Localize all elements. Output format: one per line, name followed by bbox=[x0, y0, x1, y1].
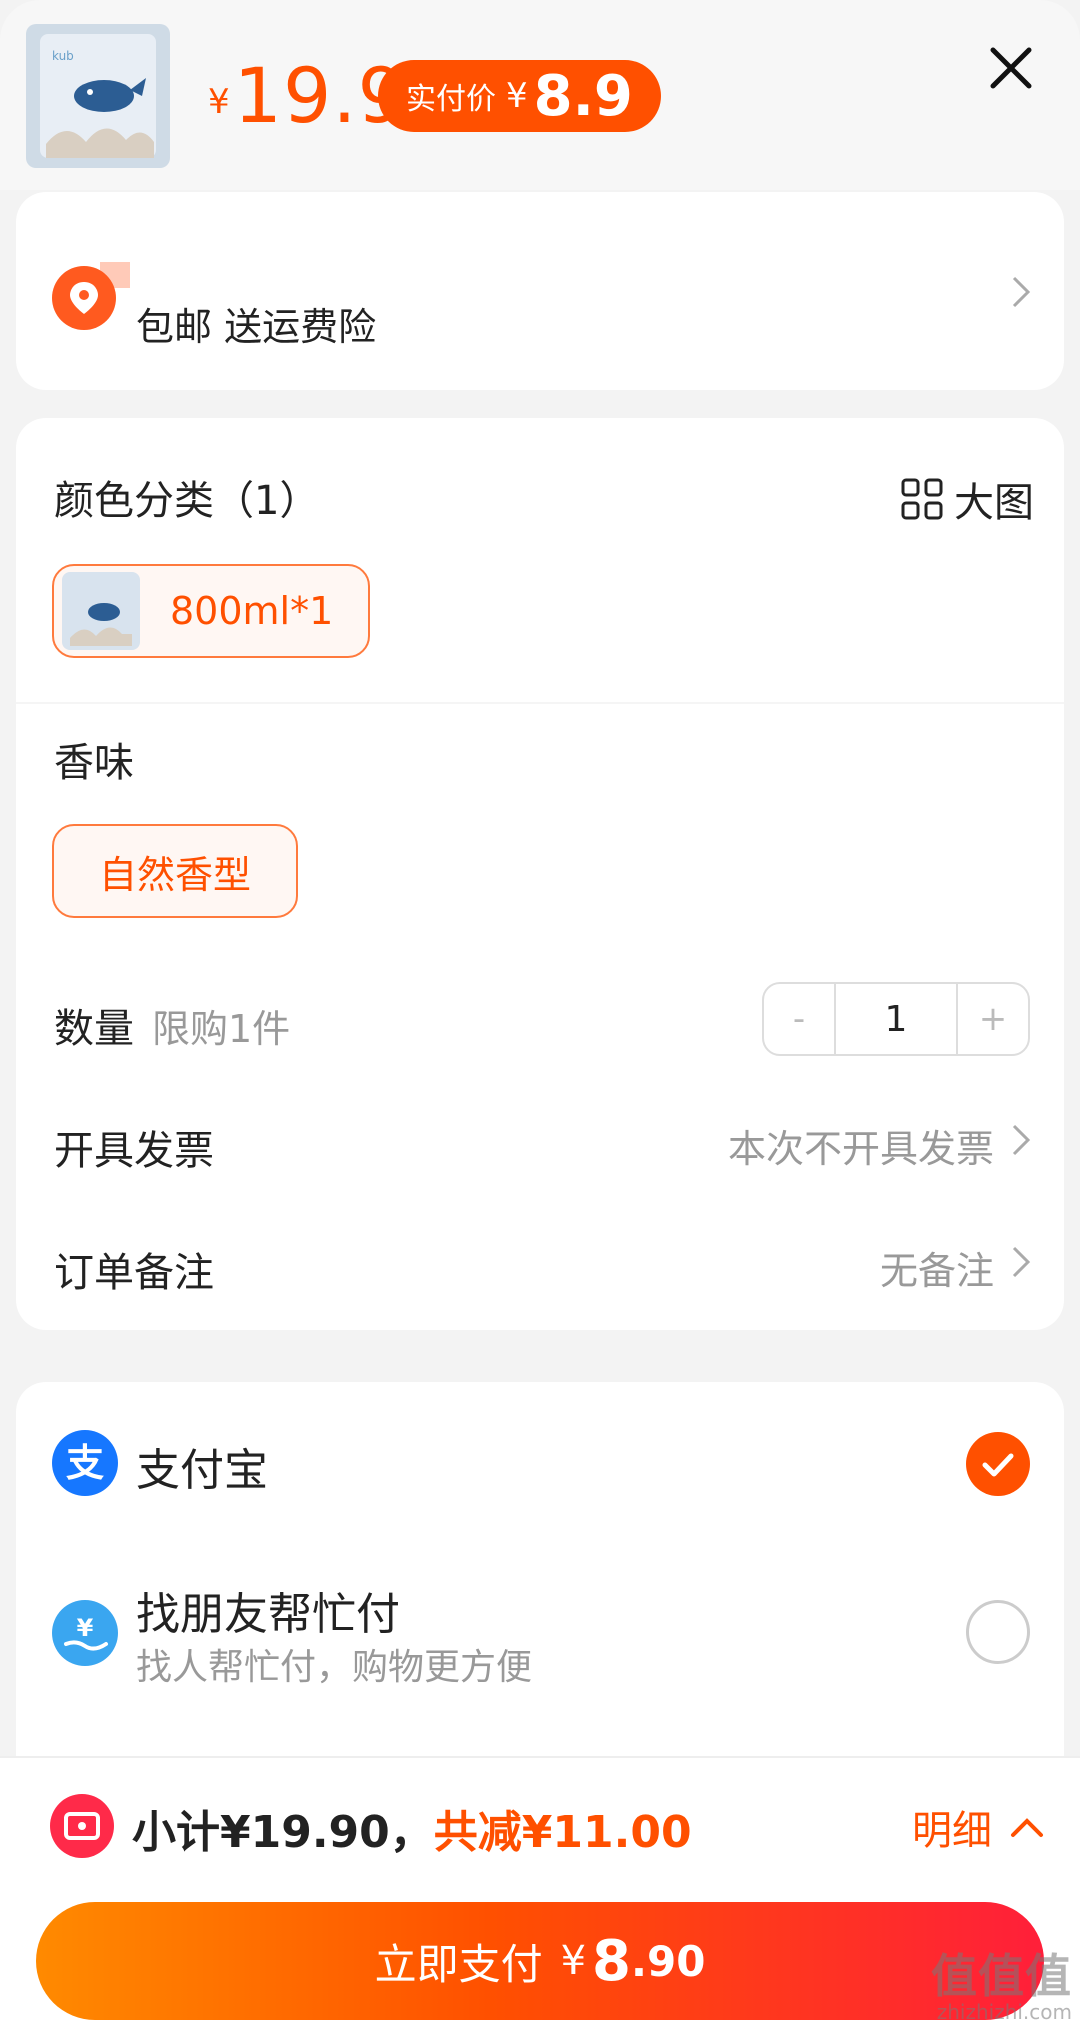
detail-toggle[interactable]: 明细 bbox=[912, 1798, 1044, 1856]
chevron-right-icon[interactable] bbox=[1010, 1120, 1034, 1160]
subtotal-text: 小计¥19.90， bbox=[132, 1807, 434, 1858]
chevron-right-icon[interactable] bbox=[1010, 1242, 1034, 1282]
price-currency: ¥ bbox=[208, 82, 230, 122]
option-thumbnail bbox=[62, 572, 140, 650]
scent-label: 香味 bbox=[54, 740, 134, 786]
friend-pay-option[interactable]: 找朋友帮忙付 bbox=[136, 1578, 400, 1642]
friend-pay-description: 找人帮忙付，购物更方便 bbox=[136, 1647, 533, 1688]
quantity-row: 数量 限购1件 bbox=[54, 996, 290, 1054]
pay-now-currency: ¥ bbox=[560, 1938, 587, 1984]
subtotal-summary: 小计¥19.90， 共减¥11.00 bbox=[132, 1796, 692, 1860]
friend-pay-icon: ¥ bbox=[52, 1600, 118, 1666]
invoice-label: 开具发票 bbox=[54, 1128, 214, 1174]
grid-icon bbox=[901, 478, 943, 520]
alipay-radio-checked[interactable] bbox=[966, 1432, 1030, 1496]
pay-now-value: 8 bbox=[592, 1928, 632, 1994]
checkout-bar: 小计¥19.90， 共减¥11.00 明细 立即支付 ¥ 8 .90 bbox=[0, 1756, 1080, 2035]
location-pin-icon bbox=[52, 262, 130, 330]
quantity-input[interactable]: 1 bbox=[834, 984, 958, 1054]
invoice-value[interactable]: 本次不开具发票 bbox=[728, 1118, 994, 1173]
color-category-label: 颜色分类（1） bbox=[54, 478, 320, 524]
actual-pay-badge: 实付价 ¥ 8.9 bbox=[378, 60, 661, 132]
divider bbox=[16, 702, 1064, 704]
address-card[interactable]: 包邮 送运费险 bbox=[16, 192, 1064, 390]
svg-text:¥: ¥ bbox=[77, 1614, 94, 1642]
color-option-label: 800ml*1 bbox=[170, 589, 334, 633]
color-option-chip[interactable]: 800ml*1 bbox=[52, 564, 370, 658]
order-sheet: kub ¥ 19.9 实付价 ¥ 8.9 包邮 送运费险 颜色分类（1） 大图 … bbox=[0, 0, 1080, 2035]
scent-option-chip[interactable]: 自然香型 bbox=[52, 824, 298, 918]
big-image-button[interactable]: 大图 bbox=[900, 470, 1034, 528]
svg-text:kub: kub bbox=[52, 49, 74, 63]
chevron-right-icon bbox=[1010, 272, 1034, 312]
chevron-up-icon bbox=[1011, 1818, 1043, 1837]
spec-card: 颜色分类（1） 大图 800ml*1 香味 自然香型 数量 限购1件 - 1 +… bbox=[16, 418, 1064, 1330]
actual-pay-currency: ¥ bbox=[506, 76, 528, 116]
alipay-icon: 支 bbox=[52, 1430, 118, 1496]
svg-text:支: 支 bbox=[66, 1441, 104, 1485]
checkmark-icon bbox=[982, 1453, 1014, 1477]
actual-pay-value: 8.9 bbox=[533, 63, 633, 129]
big-image-label: 大图 bbox=[954, 480, 1034, 526]
detail-label: 明细 bbox=[912, 1808, 992, 1854]
quantity-increase-button[interactable]: + bbox=[958, 984, 1028, 1054]
price-header: kub ¥ 19.9 实付价 ¥ 8.9 bbox=[0, 0, 1080, 190]
pay-now-label: 立即支付 bbox=[374, 1939, 543, 1989]
pay-now-button[interactable]: 立即支付 ¥ 8 .90 bbox=[36, 1902, 1044, 2020]
scent-option-label: 自然香型 bbox=[98, 852, 251, 897]
actual-pay-label: 实付价 bbox=[406, 82, 496, 117]
pay-now-cents: .90 bbox=[631, 1936, 706, 1986]
watermark: 值值值 bbox=[931, 1949, 1072, 2003]
shipping-info: 包邮 送运费险 bbox=[136, 305, 377, 349]
discount-text: 共减¥11.00 bbox=[433, 1807, 692, 1858]
quantity-label: 数量 bbox=[54, 1006, 134, 1052]
watermark-url: zhizhizhi.com bbox=[936, 2000, 1072, 2024]
product-thumbnail[interactable]: kub bbox=[26, 24, 170, 168]
alipay-option[interactable]: 支付宝 bbox=[136, 1434, 268, 1498]
close-icon[interactable] bbox=[985, 42, 1037, 94]
remark-label: 订单备注 bbox=[54, 1250, 214, 1296]
remark-value[interactable]: 无备注 bbox=[880, 1240, 994, 1295]
coupon-icon bbox=[50, 1794, 114, 1858]
quantity-decrease-button[interactable]: - bbox=[764, 984, 834, 1054]
friend-pay-radio[interactable] bbox=[966, 1600, 1030, 1664]
quantity-limit: 限购1件 bbox=[152, 1007, 291, 1051]
quantity-stepper: - 1 + bbox=[762, 982, 1030, 1056]
